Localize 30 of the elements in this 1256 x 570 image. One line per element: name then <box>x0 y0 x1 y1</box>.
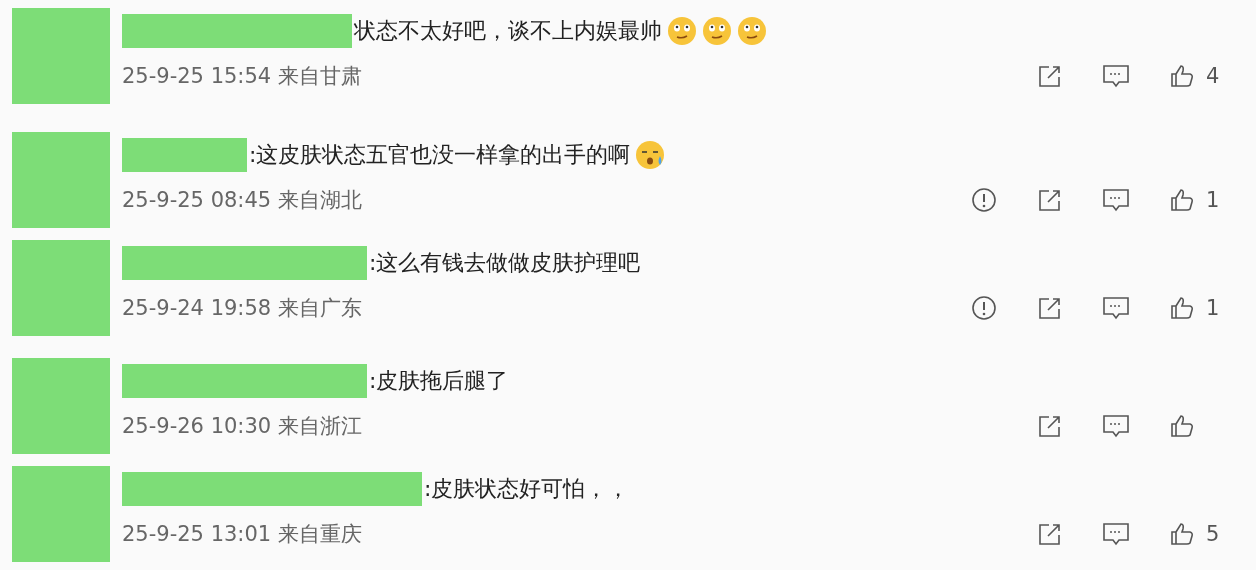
emoji-icon <box>635 140 666 170</box>
like-count: 1 <box>1206 296 1220 320</box>
thumbs-up-icon[interactable] <box>1168 63 1196 89</box>
emoji-icon <box>737 16 767 46</box>
comment-meta: 25-9-26 10:30 来自浙江 <box>122 413 362 440</box>
thumbs-up-icon[interactable] <box>1168 413 1196 439</box>
emoji-icon <box>667 16 697 46</box>
thumbs-up-icon[interactable] <box>1168 187 1196 213</box>
like-count: 1 <box>1206 188 1220 212</box>
comment-text: :这皮肤状态五官也没一样拿的出手的啊 <box>249 141 631 169</box>
comment-meta: 25-9-24 19:58 来自广东 <box>122 295 362 322</box>
comment-icon[interactable] <box>1102 413 1130 439</box>
report-icon[interactable] <box>970 187 998 213</box>
comment-icon[interactable] <box>1102 295 1130 321</box>
comment-text: :皮肤拖后腿了 <box>369 367 509 395</box>
comment-icon[interactable] <box>1102 521 1130 547</box>
emoji-icon <box>702 16 732 46</box>
comment-meta: 25-9-25 08:45 来自湖北 <box>122 187 362 214</box>
like-count: 4 <box>1206 64 1220 88</box>
report-icon[interactable] <box>970 295 998 321</box>
thumbs-up-icon[interactable] <box>1168 521 1196 547</box>
comment-meta: 25-9-25 13:01 来自重庆 <box>122 521 362 548</box>
comment-icon[interactable] <box>1102 187 1130 213</box>
like-count: 5 <box>1206 522 1220 546</box>
comment-icon[interactable] <box>1102 63 1130 89</box>
comment-text: :皮肤状态好可怕，， <box>424 475 630 503</box>
comment-text: :这么有钱去做做皮肤护理吧 <box>369 249 641 277</box>
comment-text: 状态不太好吧，谈不上内娱最帅 <box>354 17 662 45</box>
thumbs-up-icon[interactable] <box>1168 295 1196 321</box>
comment-meta: 25-9-25 15:54 来自甘肃 <box>122 63 362 90</box>
